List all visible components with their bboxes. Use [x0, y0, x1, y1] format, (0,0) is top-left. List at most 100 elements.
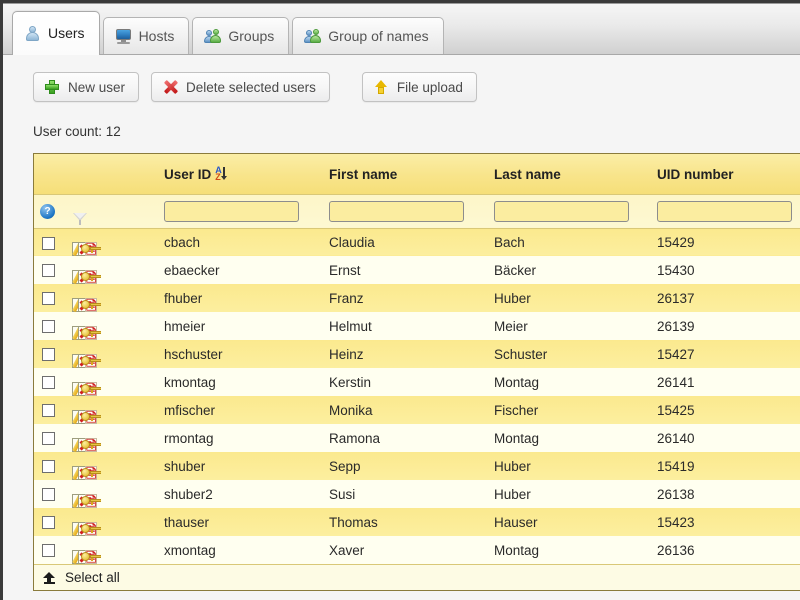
row-checkbox[interactable] [42, 376, 55, 389]
row-checkbox-cell [34, 480, 66, 508]
monitor-icon [115, 28, 132, 45]
row-checkbox[interactable] [42, 348, 55, 361]
filter-input-user-id[interactable] [164, 201, 299, 222]
header-actions-cell [66, 154, 158, 194]
table-row: 🗎shuber2SusiHuber26138 [34, 480, 800, 508]
up-arrow-icon [43, 571, 56, 585]
cell-first-name: Franz [323, 284, 488, 312]
column-header-uid-number-label: UID number [657, 167, 734, 182]
filter-input-uid-number[interactable] [657, 201, 792, 222]
row-actions-cell: 🗎 [66, 396, 158, 424]
filter-toggle-cell [66, 194, 158, 228]
row-actions-cell: 🗎 [66, 452, 158, 480]
cell-first-name: Xaver [323, 536, 488, 564]
cell-uid-number: 15423 [651, 508, 800, 536]
row-checkbox-cell [34, 368, 66, 396]
column-header-user-id-label: User ID [164, 167, 211, 182]
table-header-row: User ID AZ First name [34, 154, 800, 194]
help-cell: ? [34, 194, 66, 228]
cell-uid-number: 26137 [651, 284, 800, 312]
row-checkbox-cell [34, 508, 66, 536]
cell-last-name: Huber [488, 284, 651, 312]
filter-input-last-name[interactable] [494, 201, 629, 222]
row-actions-cell: 🗎 [66, 368, 158, 396]
table-row: 🗎xmontagXaverMontag26136 [34, 536, 800, 564]
cell-user-id: fhuber [158, 284, 323, 312]
tab-users[interactable]: Users [12, 11, 100, 54]
row-checkbox-cell [34, 536, 66, 564]
row-checkbox[interactable] [42, 264, 55, 277]
cell-first-name: Thomas [323, 508, 488, 536]
tab-groups[interactable]: Groups [192, 17, 289, 54]
row-actions-cell: 🗎 [66, 312, 158, 340]
row-checkbox[interactable] [42, 488, 55, 501]
column-header-uid-number[interactable]: UID number [651, 154, 800, 194]
column-header-first-name-label: First name [329, 167, 397, 182]
cell-last-name: Huber [488, 452, 651, 480]
cell-last-name: Huber [488, 480, 651, 508]
cell-uid-number: 26140 [651, 424, 800, 452]
table-body: 🗎cbachClaudiaBach15429🗎ebaeckerErnstBäck… [34, 228, 800, 564]
row-checkbox[interactable] [42, 292, 55, 305]
cell-uid-number: 15425 [651, 396, 800, 424]
cell-uid-number: 26141 [651, 368, 800, 396]
user-icon [24, 25, 41, 42]
new-user-button[interactable]: New user [33, 72, 139, 102]
tab-group-of-names[interactable]: Group of names [292, 17, 443, 54]
row-checkbox-cell [34, 424, 66, 452]
row-checkbox-cell [34, 256, 66, 284]
table-row: 🗎mfischerMonikaFischer15425 [34, 396, 800, 424]
row-checkbox-cell [34, 340, 66, 368]
filter-input-first-name[interactable] [329, 201, 464, 222]
row-checkbox[interactable] [42, 544, 55, 557]
cell-first-name: Susi [323, 480, 488, 508]
row-checkbox[interactable] [42, 404, 55, 417]
cell-user-id: cbach [158, 228, 323, 256]
cell-last-name: Schuster [488, 340, 651, 368]
row-checkbox[interactable] [42, 516, 55, 529]
column-header-user-id[interactable]: User ID AZ [158, 154, 323, 194]
column-header-first-name[interactable]: First name [323, 154, 488, 194]
tab-groups-label: Groups [228, 28, 274, 44]
delete-selected-users-button[interactable]: Delete selected users [151, 72, 330, 102]
cell-user-id: shuber [158, 452, 323, 480]
cell-last-name: Montag [488, 536, 651, 564]
users-table: User ID AZ First name [34, 154, 800, 564]
table-row: 🗎hschusterHeinzSchuster15427 [34, 340, 800, 368]
delete-selected-users-button-label: Delete selected users [186, 80, 316, 95]
cell-first-name: Ernst [323, 256, 488, 284]
table-row: 🗎kmontagKerstinMontag26141 [34, 368, 800, 396]
row-checkbox[interactable] [42, 320, 55, 333]
help-icon[interactable]: ? [40, 204, 55, 219]
header-checkbox-cell [34, 154, 66, 194]
row-checkbox[interactable] [42, 237, 55, 250]
file-upload-button[interactable]: File upload [362, 72, 477, 102]
filter-cell-user-id [158, 194, 323, 228]
cell-last-name: Hauser [488, 508, 651, 536]
row-checkbox-cell [34, 396, 66, 424]
select-all-row[interactable]: Select all [34, 564, 800, 590]
tab-hosts-label: Hosts [139, 28, 175, 44]
cell-uid-number: 15429 [651, 228, 800, 256]
cell-last-name: Bäcker [488, 256, 651, 284]
cell-user-id: shuber2 [158, 480, 323, 508]
column-header-last-name[interactable]: Last name [488, 154, 651, 194]
application-window: Users Hosts Groups Group of names [0, 0, 800, 600]
cell-first-name: Helmut [323, 312, 488, 340]
table-row: 🗎shuberSeppHuber15419 [34, 452, 800, 480]
cell-last-name: Meier [488, 312, 651, 340]
cell-first-name: Sepp [323, 452, 488, 480]
cell-first-name: Monika [323, 396, 488, 424]
table-head: User ID AZ First name [34, 154, 800, 228]
table-row: 🗎cbachClaudiaBach15429 [34, 228, 800, 256]
filter-cell-first-name [323, 194, 488, 228]
row-checkbox[interactable] [42, 432, 55, 445]
tab-hosts[interactable]: Hosts [103, 17, 190, 54]
cell-user-id: thauser [158, 508, 323, 536]
row-checkbox-cell [34, 312, 66, 340]
row-checkbox[interactable] [42, 460, 55, 473]
column-header-last-name-label: Last name [494, 167, 561, 182]
filter-cell-last-name [488, 194, 651, 228]
cell-last-name: Fischer [488, 396, 651, 424]
sort-az-ascending-icon[interactable]: AZ [215, 166, 229, 182]
